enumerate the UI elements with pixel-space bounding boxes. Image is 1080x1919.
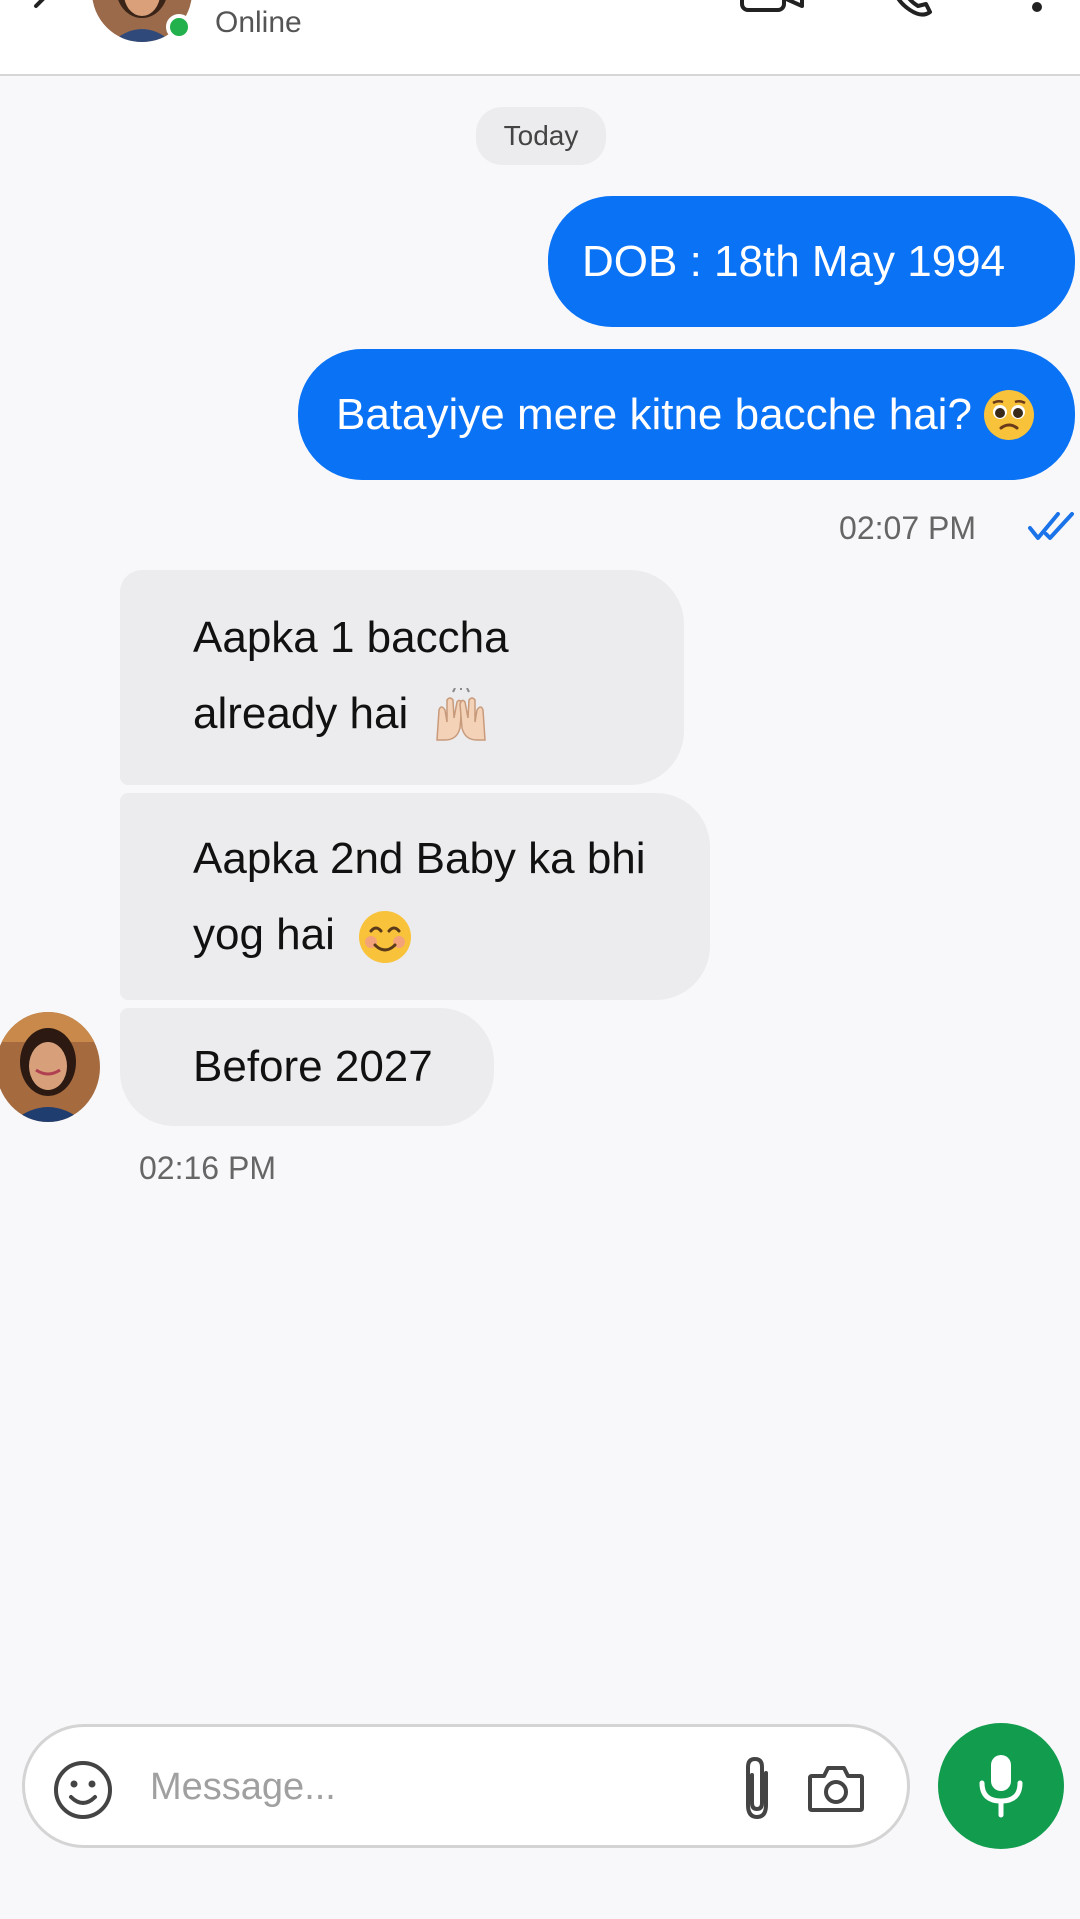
- voice-call-button[interactable]: [888, 0, 938, 20]
- online-indicator: [166, 14, 192, 40]
- raising-hands-icon: [435, 688, 486, 742]
- message-text: yog hai: [193, 910, 335, 959]
- message-text-line: Aapka 1 baccha: [193, 613, 509, 662]
- message-input[interactable]: [150, 1752, 710, 1822]
- message-text-line: yog hai: [193, 897, 710, 973]
- camera-icon: [808, 1766, 864, 1812]
- smiling-face-icon: [359, 911, 412, 964]
- message-timestamp: 02:16 PM: [139, 1150, 276, 1186]
- incoming-message[interactable]: Aapka 2nd Baby ka bhi yog hai: [120, 793, 710, 1000]
- back-button[interactable]: [24, 0, 64, 26]
- emoji-icon: [54, 1761, 112, 1819]
- outgoing-message[interactable]: Batayiye mere kitne bacche hai?: [298, 349, 1075, 480]
- incoming-message[interactable]: Before 2027: [120, 1008, 494, 1126]
- avatar-photo-icon: [0, 1012, 100, 1122]
- mic-button[interactable]: [938, 1723, 1064, 1849]
- pleading-face-icon: [983, 389, 1034, 440]
- chat-header: Online: [0, 0, 1080, 76]
- message-text: DOB : 18th May 1994: [582, 236, 1006, 286]
- message-text: Before 2027: [193, 1042, 433, 1091]
- more-vert-icon: [1032, 2, 1042, 12]
- message-text: Batayiye mere kitne bacche hai?: [336, 389, 972, 439]
- contact-status: Online: [215, 6, 302, 39]
- emoji-button[interactable]: [52, 1759, 114, 1821]
- double-check-icon: [1028, 512, 1074, 540]
- mic-icon: [979, 1755, 1023, 1818]
- contact-avatar[interactable]: [0, 1012, 100, 1122]
- back-arrow-icon: [34, 0, 45, 8]
- date-separator: Today: [476, 107, 606, 165]
- more-options-button[interactable]: [1022, 0, 1052, 22]
- video-call-icon: [740, 0, 804, 12]
- message-timestamp: 02:07 PM: [839, 510, 976, 546]
- camera-button[interactable]: [806, 1760, 866, 1816]
- chat-screen: Online Today DOB : 18th May 1994 Batayiy…: [0, 0, 1080, 1919]
- message-text-line: Aapka 2nd Baby ka bhi: [193, 834, 646, 883]
- outgoing-message[interactable]: DOB : 18th May 1994: [548, 196, 1075, 327]
- attach-icon: [746, 1756, 768, 1820]
- attach-button[interactable]: [734, 1755, 780, 1823]
- phone-call-icon: [896, 0, 932, 17]
- incoming-message[interactable]: Aapka 1 baccha already hai: [120, 570, 684, 785]
- message-text: already hai: [193, 689, 409, 738]
- video-call-button[interactable]: [738, 0, 808, 16]
- message-text-line: already hai: [193, 676, 684, 752]
